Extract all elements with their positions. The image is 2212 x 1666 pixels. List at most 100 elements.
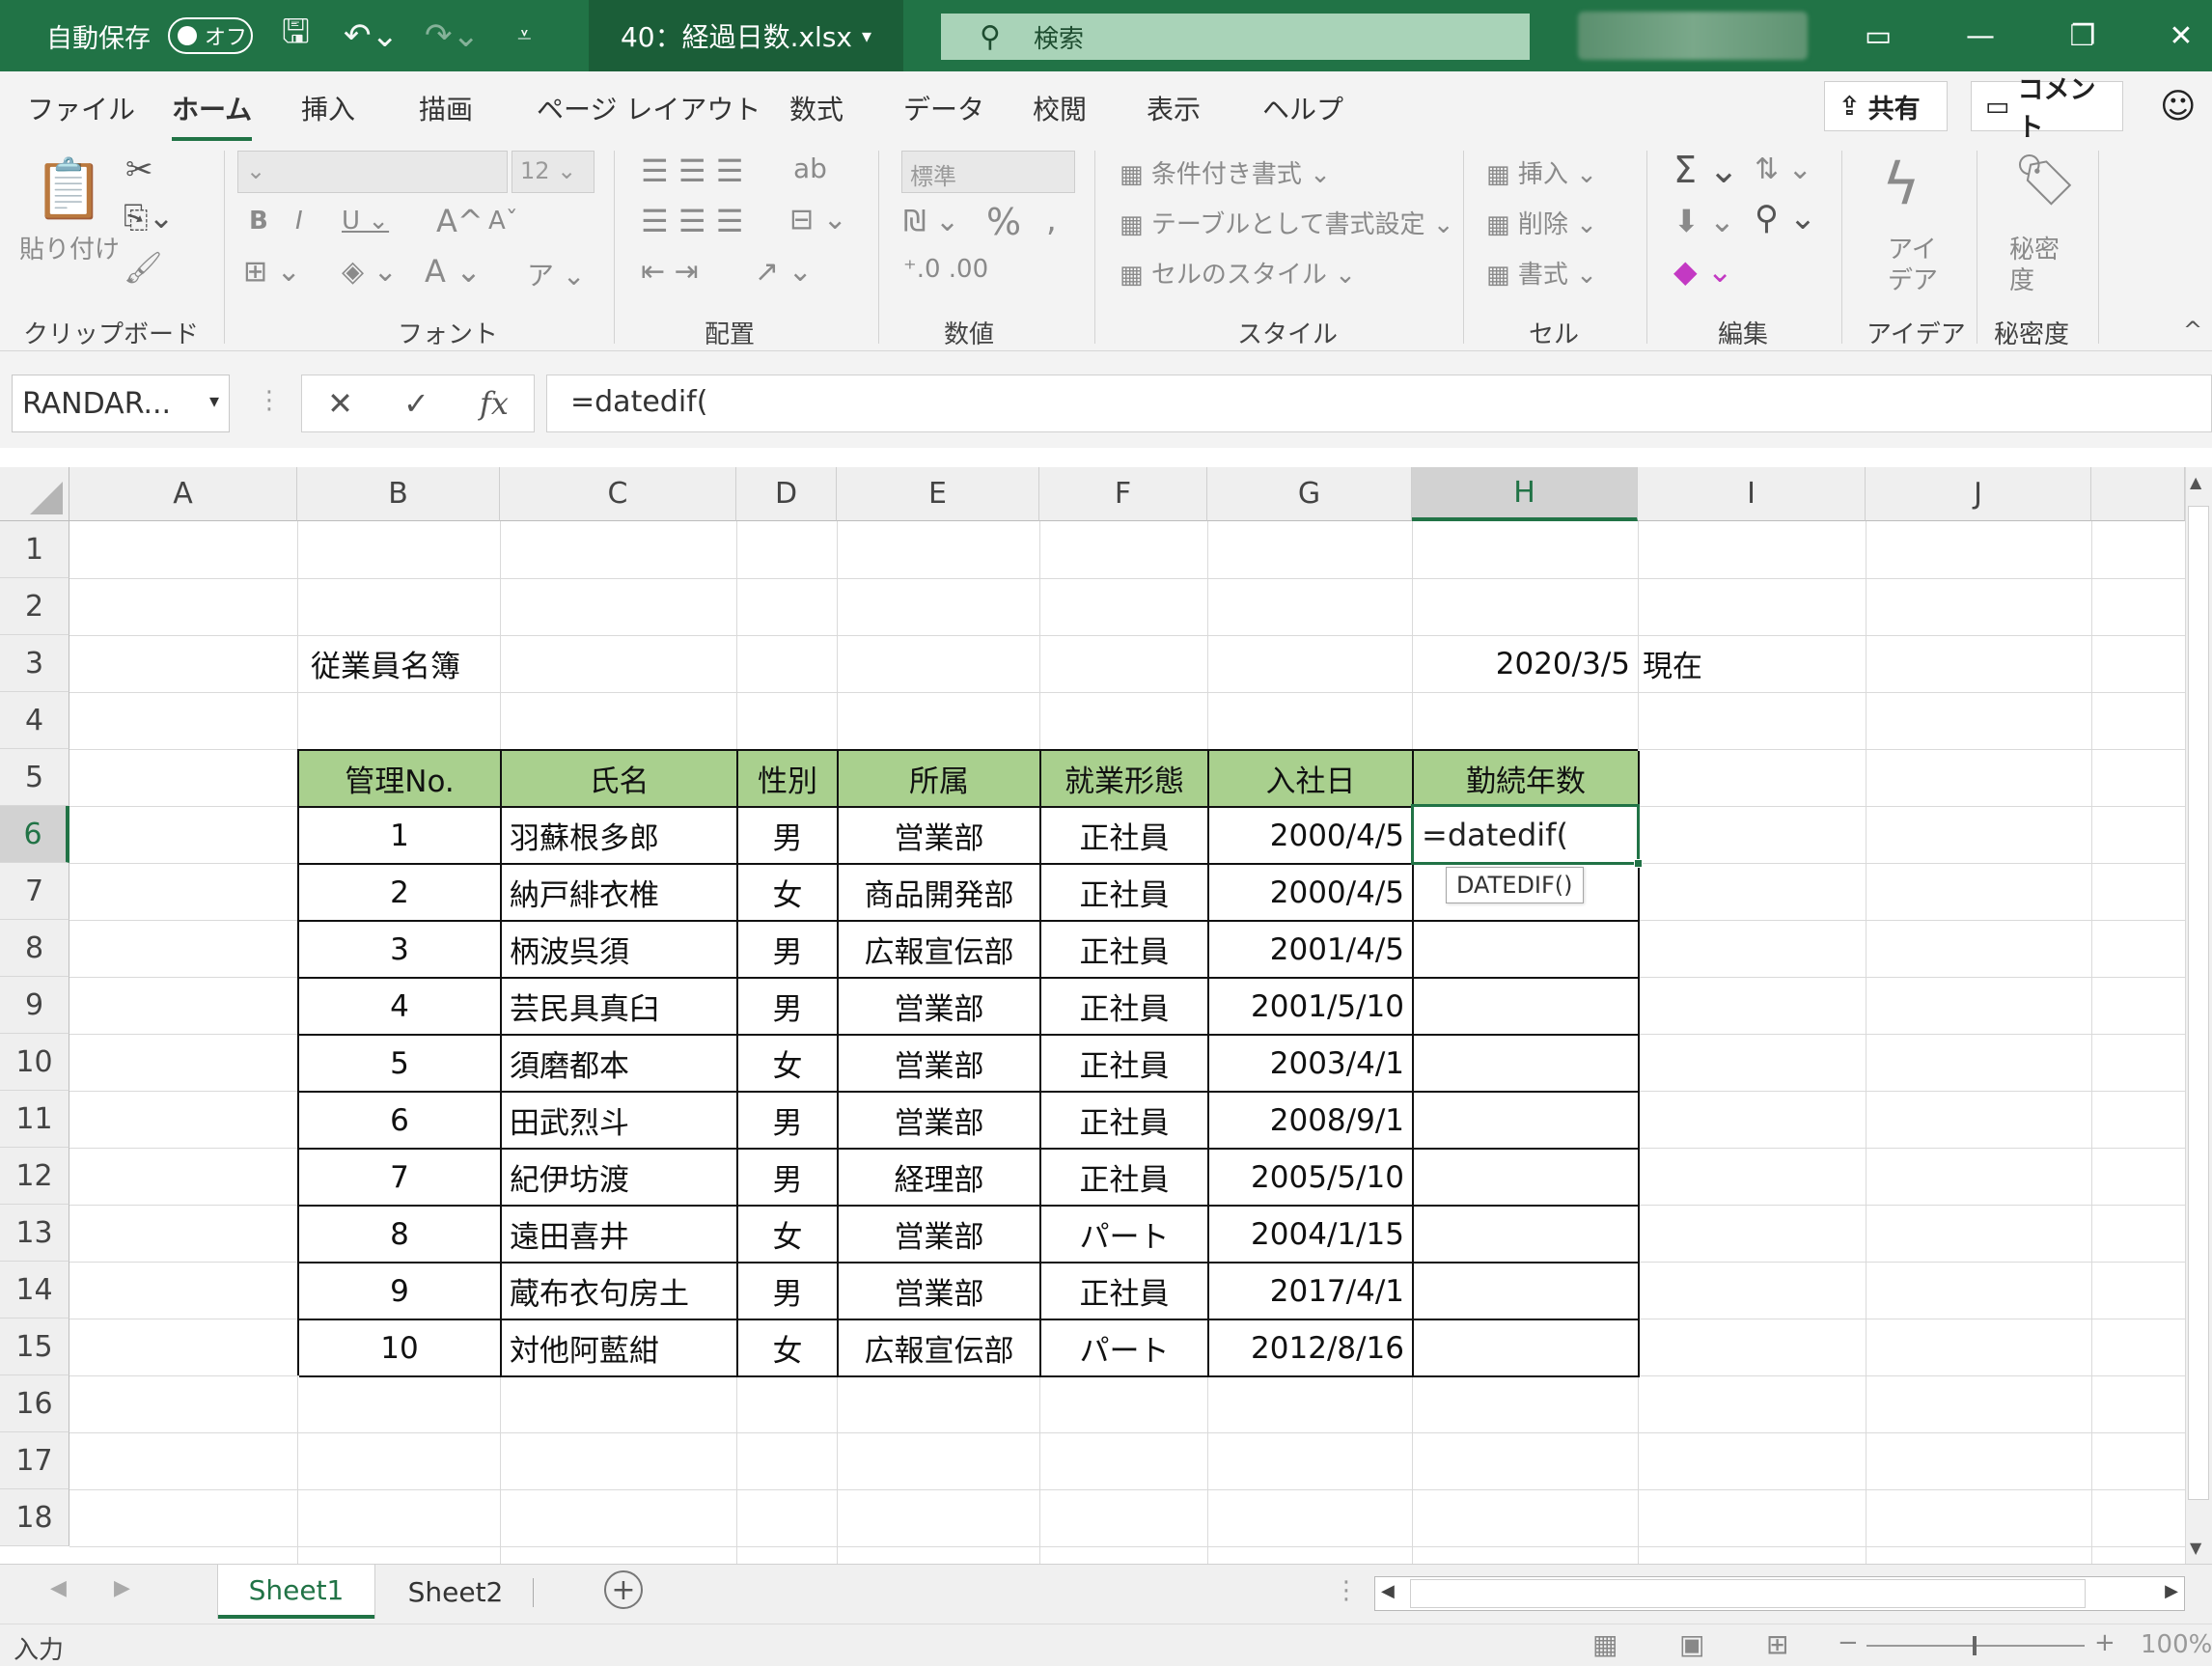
row-header-17[interactable]: 17 [0,1432,69,1489]
table-cell-name[interactable]: 納戸緋衣椎 [502,865,738,922]
table-cell-department[interactable]: 広報宣伝部 [839,1320,1041,1377]
table-cell-gender[interactable]: 女 [738,865,839,922]
sensitivity-icon[interactable]: 🏷 [2013,151,2077,209]
table-cell-gender[interactable]: 男 [738,922,839,979]
table-cell-name[interactable]: 対他阿藍紺 [502,1320,738,1377]
column-header-b[interactable]: B [297,467,500,521]
table-cell-name[interactable]: 芸民具真臼 [502,979,738,1036]
table-cell-department[interactable]: 営業部 [839,1207,1041,1263]
table-cell-mgmt-no[interactable]: 1 [299,808,502,865]
tab-file[interactable]: ファイル [27,89,135,127]
scroll-thumb[interactable] [2188,506,2209,1500]
row-header-9[interactable]: 9 [0,977,69,1034]
table-cell-tenure[interactable] [1414,1093,1640,1150]
table-cell-name[interactable]: 羽蘇根多郎 [502,808,738,865]
page-layout-view-icon[interactable]: ▣ [1679,1628,1704,1660]
table-cell-department[interactable]: 営業部 [839,979,1041,1036]
wrap-text-icon[interactable]: ab [793,153,827,184]
table-cell-hire-date[interactable]: 2008/9/1 [1209,1093,1414,1150]
tab-data[interactable]: データ [903,89,984,127]
insert-function-icon[interactable]: fx [480,385,509,422]
sheet-tab-sheet2[interactable]: Sheet2 [378,1565,533,1619]
sensitivity-label-2[interactable]: 度 [2009,261,2034,296]
table-cell-tenure[interactable] [1414,922,1640,979]
add-sheet-icon[interactable]: + [604,1570,643,1609]
cell-styles-button[interactable]: ▦ セルのスタイル ⌄ [1120,255,1356,291]
tab-help[interactable]: ヘルプ [1262,89,1343,127]
table-cell-tenure[interactable] [1414,1150,1640,1207]
tab-view[interactable]: 表示 [1147,89,1201,127]
column-header-c[interactable]: C [500,467,736,521]
table-cell-hire-date[interactable]: 2005/5/10 [1209,1150,1414,1207]
table-cell-employment-type[interactable]: 正社員 [1041,1150,1209,1207]
worksheet-grid[interactable]: A B C D E F G H I J 1 2 3 4 5 6 7 8 9 10… [0,467,2212,1564]
table-cell-tenure[interactable] [1414,1036,1640,1093]
row-header-2[interactable]: 2 [0,578,69,635]
tab-review[interactable]: 校閲 [1033,89,1087,127]
filename-dropdown[interactable]: 40：経過日数.xlsx ▾ [589,0,903,71]
close-icon[interactable]: ✕ [2152,0,2210,71]
align-left-icon[interactable]: ☰ ☰ ☰ [641,203,743,239]
table-cell-mgmt-no[interactable]: 4 [299,979,502,1036]
indent-icon[interactable]: ⇤ ⇥ [641,255,699,289]
table-cell-gender[interactable]: 男 [738,1150,839,1207]
table-cell-department[interactable]: 営業部 [839,808,1041,865]
table-cell-tenure[interactable] [1414,1320,1640,1377]
ideas-icon[interactable]: ϟ [1882,151,1921,218]
increase-font-icon[interactable]: A^ [436,203,484,239]
column-header-h[interactable]: H [1412,467,1638,521]
column-header-d[interactable]: D [736,467,837,521]
restore-icon[interactable]: ❐ [2054,0,2112,71]
row-header-14[interactable]: 14 [0,1262,69,1319]
table-cell-employment-type[interactable]: 正社員 [1041,1093,1209,1150]
zoom-slider-thumb[interactable] [1973,1636,1977,1655]
table-cell-tenure[interactable] [1414,1207,1640,1263]
table-cell-hire-date[interactable]: 2003/4/1 [1209,1036,1414,1093]
table-cell-department[interactable]: 営業部 [839,1036,1041,1093]
table-cell-department[interactable]: 経理部 [839,1150,1041,1207]
clear-icon[interactable]: ◆ ⌄ [1673,253,1733,290]
table-cell-mgmt-no[interactable]: 9 [299,1263,502,1320]
table-cell-employment-type[interactable]: パート [1041,1207,1209,1263]
horizontal-scrollbar[interactable]: ◀ ▶ [1374,1576,2185,1611]
table-cell-employment-type[interactable]: 正社員 [1041,979,1209,1036]
column-header-e[interactable]: E [837,467,1039,521]
function-autocomplete-tooltip[interactable]: DATEDIF() [1446,867,1584,903]
table-cell-department[interactable]: 商品開発部 [839,865,1041,922]
find-select-icon[interactable]: ⚲ ⌄ [1755,199,1816,237]
row-header-8[interactable]: 8 [0,920,69,977]
table-cell-employment-type[interactable]: 正社員 [1041,1036,1209,1093]
cancel-icon[interactable]: ✕ [327,385,353,422]
vertical-scrollbar[interactable]: ▲ ▼ [2185,467,2212,1564]
tab-insert[interactable]: 挿入 [301,89,355,127]
drag-handle-icon[interactable]: ⋮ [257,386,282,415]
paste-label[interactable]: 貼り付け [19,230,120,265]
next-sheet-icon[interactable]: ▶ [114,1576,130,1600]
phonetic-icon[interactable]: ア ⌄ [527,255,585,293]
tab-home[interactable]: ホーム [172,89,253,141]
bold-icon[interactable]: B [249,207,268,236]
table-cell-department[interactable]: 営業部 [839,1093,1041,1150]
delete-cells-button[interactable]: ▦ 削除 ⌄ [1486,205,1597,240]
table-cell-mgmt-no[interactable]: 6 [299,1093,502,1150]
as-of-suffix[interactable]: 現在 [1643,635,1758,692]
decimal-icon[interactable]: ⁺.0 .00 [903,255,988,284]
font-size-combo[interactable]: 12 ⌄ [512,151,594,193]
table-cell-mgmt-no[interactable]: 3 [299,922,502,979]
paste-icon[interactable]: 📋 [33,154,105,223]
feedback-smiley-icon[interactable]: ☺ [2160,87,2197,126]
decrease-font-icon[interactable]: Aˇ [488,207,518,236]
table-cell-hire-date[interactable]: 2001/5/10 [1209,979,1414,1036]
table-header-mgmt-no[interactable]: 管理No. [299,751,502,808]
tab-formulas[interactable]: 数式 [789,89,843,127]
table-cell-hire-date[interactable]: 2000/4/5 [1209,808,1414,865]
undo-icon[interactable]: ↶⌄ [344,0,399,71]
table-cell-name[interactable]: 蔵布衣句房土 [502,1263,738,1320]
save-icon[interactable]: 🖫 [282,0,310,71]
fill-handle[interactable] [1634,859,1643,868]
row-header-15[interactable]: 15 [0,1319,69,1375]
table-cell-gender[interactable]: 女 [738,1207,839,1263]
sheet-tab-sheet1[interactable]: Sheet1 [218,1565,374,1619]
ideas-label-2[interactable]: デア [1888,261,1938,296]
page-break-view-icon[interactable]: ⊞ [1766,1628,1788,1660]
